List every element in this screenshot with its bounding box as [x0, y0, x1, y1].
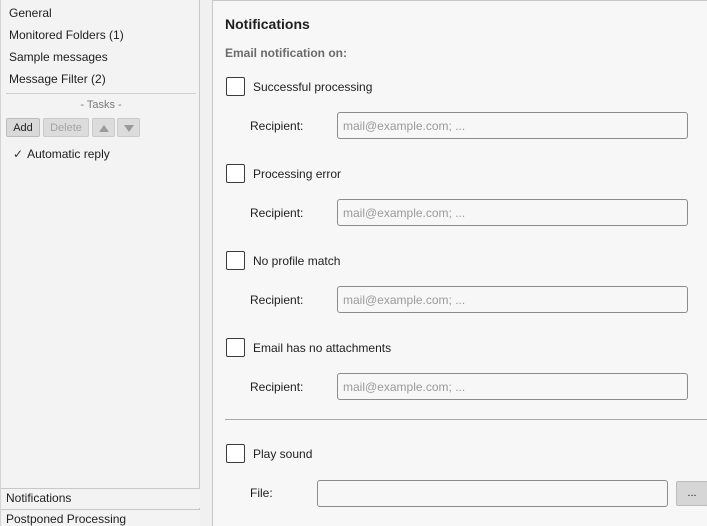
tab-notifications[interactable]: Notifications — [1, 488, 200, 508]
sidebar: General Monitored Folders (1) Sample mes… — [0, 0, 200, 526]
processing-error-recipient-input[interactable] — [337, 199, 688, 226]
recipient-label: Recipient: — [250, 380, 304, 394]
page-title: Notifications — [225, 16, 310, 32]
arrow-up-icon — [98, 125, 109, 132]
no-attachments-checkbox[interactable] — [226, 338, 245, 357]
sidebar-item-sample-messages[interactable]: Sample messages — [9, 50, 108, 64]
no-profile-match-checkbox[interactable] — [226, 251, 245, 270]
recipient-label: Recipient: — [250, 293, 304, 307]
checkmark-icon: ✓ — [13, 147, 24, 161]
tasks-caption: - Tasks - — [80, 99, 122, 111]
browse-button[interactable]: ... — [676, 481, 707, 506]
recipient-label: Recipient: — [250, 206, 304, 220]
move-up-button[interactable] — [92, 118, 115, 137]
sidebar-item-general[interactable]: General — [9, 6, 52, 20]
section-label: Email notification on: — [225, 46, 347, 60]
add-task-button[interactable]: Add — [6, 118, 40, 137]
recipient-label: Recipient: — [250, 119, 304, 133]
play-sound-checkbox[interactable] — [226, 444, 245, 463]
section-divider — [225, 419, 707, 420]
sidebar-item-monitored-folders[interactable]: Monitored Folders (1) — [9, 28, 124, 42]
processing-error-label: Processing error — [253, 167, 342, 181]
task-item-automatic-reply[interactable]: ✓ Automatic reply — [13, 147, 110, 161]
file-label: File: — [250, 486, 273, 500]
no-attachments-recipient-input[interactable] — [337, 373, 688, 400]
move-down-button[interactable] — [117, 118, 140, 137]
processing-error-checkbox[interactable] — [226, 164, 245, 183]
successful-processing-label: Successful processing — [253, 80, 373, 94]
task-item-label: Automatic reply — [27, 147, 110, 161]
play-sound-label: Play sound — [253, 447, 313, 461]
tab-postponed-processing[interactable]: Postponed Processing — [1, 509, 200, 526]
no-attachments-label: Email has no attachments — [253, 341, 392, 355]
sidebar-item-message-filter[interactable]: Message Filter (2) — [9, 72, 106, 86]
sidebar-divider — [6, 93, 196, 94]
successful-processing-recipient-input[interactable] — [337, 112, 688, 139]
notifications-panel: Notifications Email notification on: Suc… — [212, 0, 707, 526]
arrow-down-icon — [123, 125, 134, 132]
delete-task-button[interactable]: Delete — [43, 118, 89, 137]
successful-processing-checkbox[interactable] — [226, 77, 245, 96]
sound-file-input[interactable] — [317, 480, 668, 507]
no-profile-match-recipient-input[interactable] — [337, 286, 688, 313]
no-profile-match-label: No profile match — [253, 254, 341, 268]
